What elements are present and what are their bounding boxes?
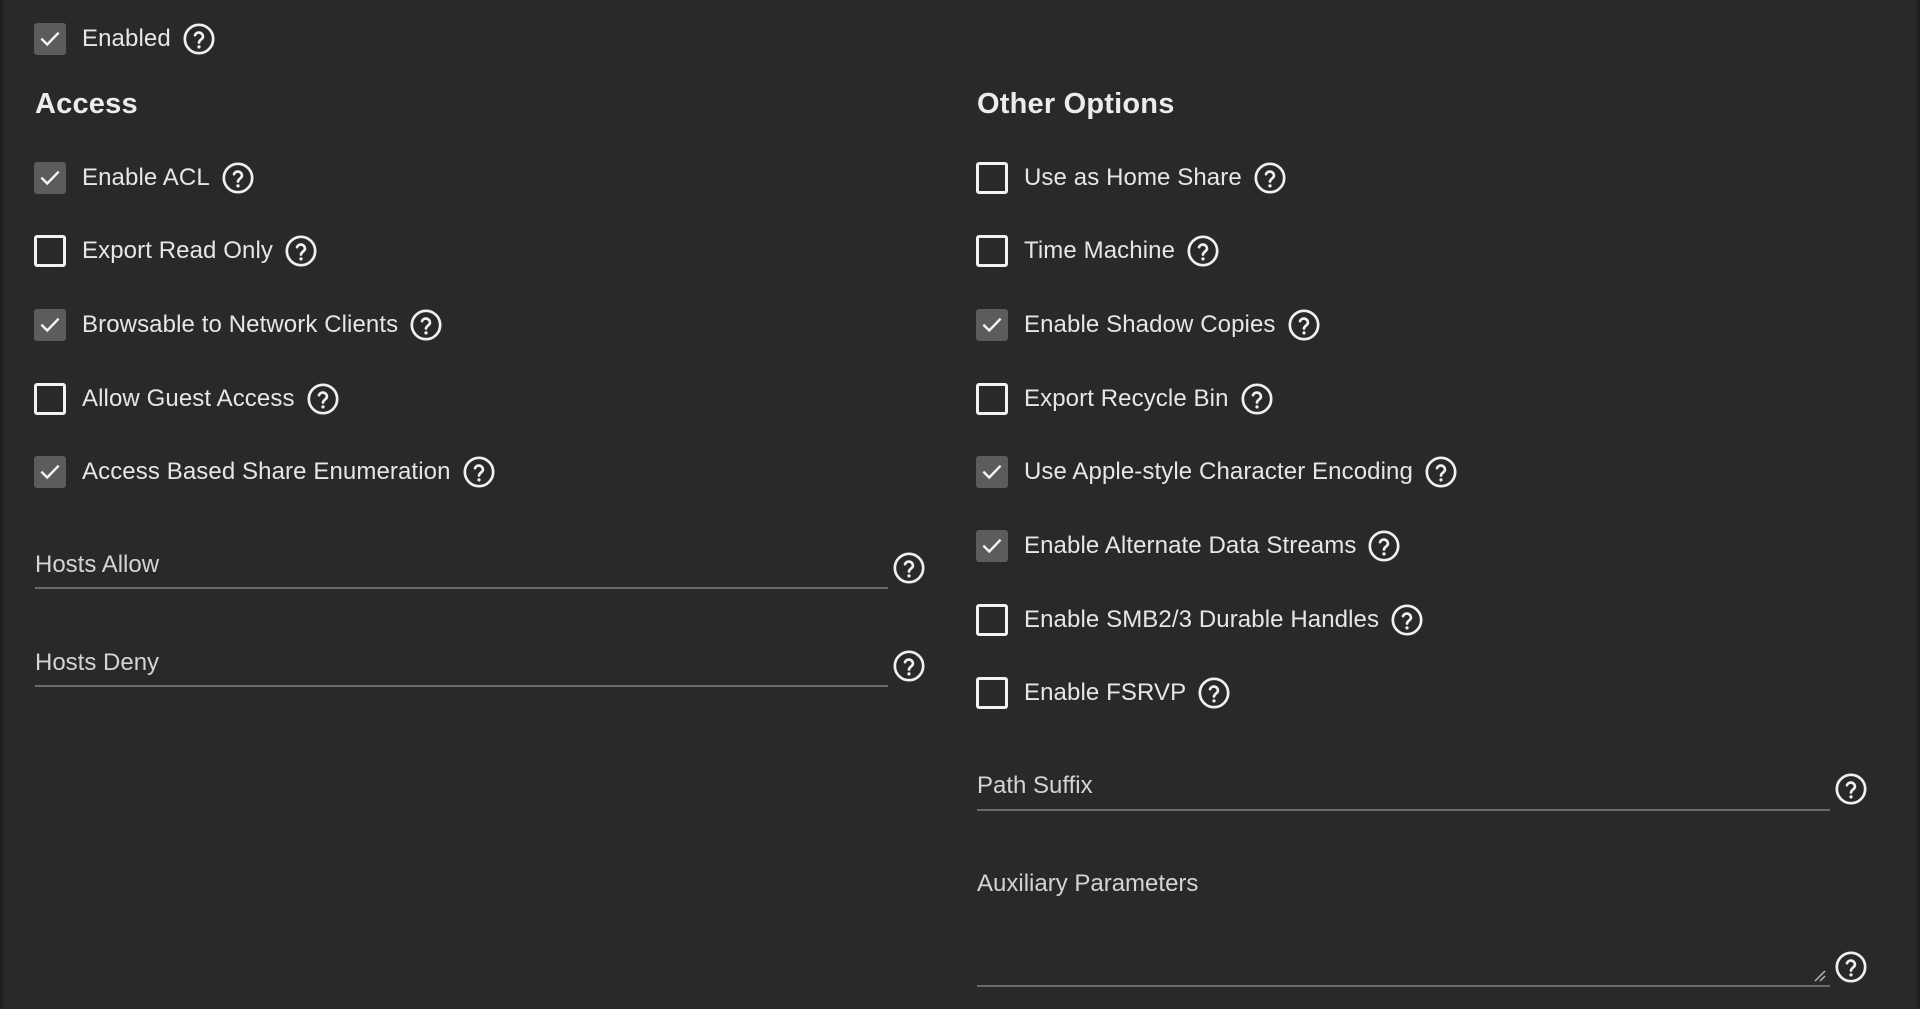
question-circle-icon[interactable] [1834,772,1868,806]
time-machine-checkbox[interactable] [976,235,1008,267]
export-read-only-checkbox-row[interactable]: Export Read Only [34,234,318,268]
question-circle-icon[interactable] [284,234,318,268]
auxiliary-parameters-textarea[interactable]: Auxiliary Parameters [977,870,1870,990]
hosts-deny-label: Hosts Deny [35,649,160,676]
browsable-checkbox[interactable] [34,309,66,341]
checkmark-icon [39,461,61,483]
export-recycle-bin-checkbox[interactable] [976,383,1008,415]
checkmark-icon [39,167,61,189]
enable-shadow-copies-checkbox-row[interactable]: Enable Shadow Copies [976,308,1321,342]
question-circle-icon[interactable] [892,551,926,585]
question-circle-icon[interactable] [1240,382,1274,416]
export-read-only-label: Export Read Only [82,237,274,264]
enable-acl-checkbox[interactable] [34,162,66,194]
hosts-deny-field[interactable]: Hosts Deny [35,649,928,695]
hosts-allow-label: Hosts Allow [35,551,160,578]
use-as-home-share-checkbox[interactable] [976,162,1008,194]
question-circle-icon[interactable] [1424,455,1458,489]
checkmark-icon [981,461,1003,483]
enable-acl-label: Enable ACL [82,164,210,191]
enable-shadow-copies-label: Enable Shadow Copies [1024,311,1276,338]
access-based-share-enumeration-checkbox[interactable] [34,456,66,488]
question-circle-icon[interactable] [1253,161,1287,195]
access-section-title: Access [35,88,138,120]
smb-share-advanced-options-form: Enabled Access Enable ACL Export Read On… [0,0,1920,1009]
auxiliary-parameters-underline [977,985,1830,987]
enabled-checkbox-row[interactable]: Enabled [34,22,216,56]
checkmark-icon [39,314,61,336]
durable-handles-checkbox-row[interactable]: Enable SMB2/3 Durable Handles [976,603,1424,637]
question-circle-icon[interactable] [1390,603,1424,637]
time-machine-checkbox-row[interactable]: Time Machine [976,234,1220,268]
hosts-allow-field[interactable]: Hosts Allow [35,551,928,597]
question-circle-icon[interactable] [892,649,926,683]
question-circle-icon[interactable] [182,22,216,56]
access-based-share-enumeration-checkbox-row[interactable]: Access Based Share Enumeration [34,455,496,489]
export-recycle-bin-checkbox-row[interactable]: Export Recycle Bin [976,382,1274,416]
alternate-data-streams-checkbox-row[interactable]: Enable Alternate Data Streams [976,529,1401,563]
durable-handles-checkbox[interactable] [976,604,1008,636]
use-as-home-share-checkbox-row[interactable]: Use as Home Share [976,161,1287,195]
path-suffix-underline [977,809,1830,811]
enable-fsrvp-checkbox[interactable] [976,677,1008,709]
path-suffix-field[interactable]: Path Suffix [977,772,1870,818]
other-options-section-title: Other Options [977,88,1175,120]
enable-acl-checkbox-row[interactable]: Enable ACL [34,161,255,195]
checkmark-icon [981,314,1003,336]
enable-fsrvp-label: Enable FSRVP [1024,679,1187,706]
question-circle-icon[interactable] [1287,308,1321,342]
path-suffix-label: Path Suffix [977,772,1093,799]
export-recycle-bin-label: Export Recycle Bin [1024,385,1229,412]
question-circle-icon[interactable] [221,161,255,195]
checkmark-icon [39,28,61,50]
question-circle-icon[interactable] [1186,234,1220,268]
apple-style-encoding-checkbox[interactable] [976,456,1008,488]
time-machine-label: Time Machine [1024,237,1176,264]
durable-handles-label: Enable SMB2/3 Durable Handles [1024,606,1380,633]
access-based-share-enumeration-label: Access Based Share Enumeration [82,458,451,485]
allow-guest-access-checkbox[interactable] [34,383,66,415]
alternate-data-streams-label: Enable Alternate Data Streams [1024,532,1357,559]
question-circle-icon[interactable] [462,455,496,489]
export-read-only-checkbox[interactable] [34,235,66,267]
question-circle-icon[interactable] [1834,950,1868,984]
enable-shadow-copies-checkbox[interactable] [976,309,1008,341]
question-circle-icon[interactable] [1367,529,1401,563]
use-as-home-share-label: Use as Home Share [1024,164,1242,191]
question-circle-icon[interactable] [306,382,340,416]
allow-guest-access-checkbox-row[interactable]: Allow Guest Access [34,382,340,416]
enable-fsrvp-checkbox-row[interactable]: Enable FSRVP [976,676,1231,710]
hosts-allow-underline [35,587,888,589]
question-circle-icon[interactable] [409,308,443,342]
allow-guest-access-label: Allow Guest Access [82,385,295,412]
apple-style-encoding-label: Use Apple-style Character Encoding [1024,458,1413,485]
enabled-label: Enabled [82,25,171,52]
browsable-label: Browsable to Network Clients [82,311,399,338]
browsable-checkbox-row[interactable]: Browsable to Network Clients [34,308,443,342]
apple-style-encoding-checkbox-row[interactable]: Use Apple-style Character Encoding [976,455,1458,489]
auxiliary-parameters-label: Auxiliary Parameters [977,870,1199,897]
hosts-deny-underline [35,685,888,687]
question-circle-icon[interactable] [1197,676,1231,710]
resize-grip-icon[interactable] [1812,968,1826,982]
alternate-data-streams-checkbox[interactable] [976,530,1008,562]
enabled-checkbox[interactable] [34,23,66,55]
checkmark-icon [981,535,1003,557]
